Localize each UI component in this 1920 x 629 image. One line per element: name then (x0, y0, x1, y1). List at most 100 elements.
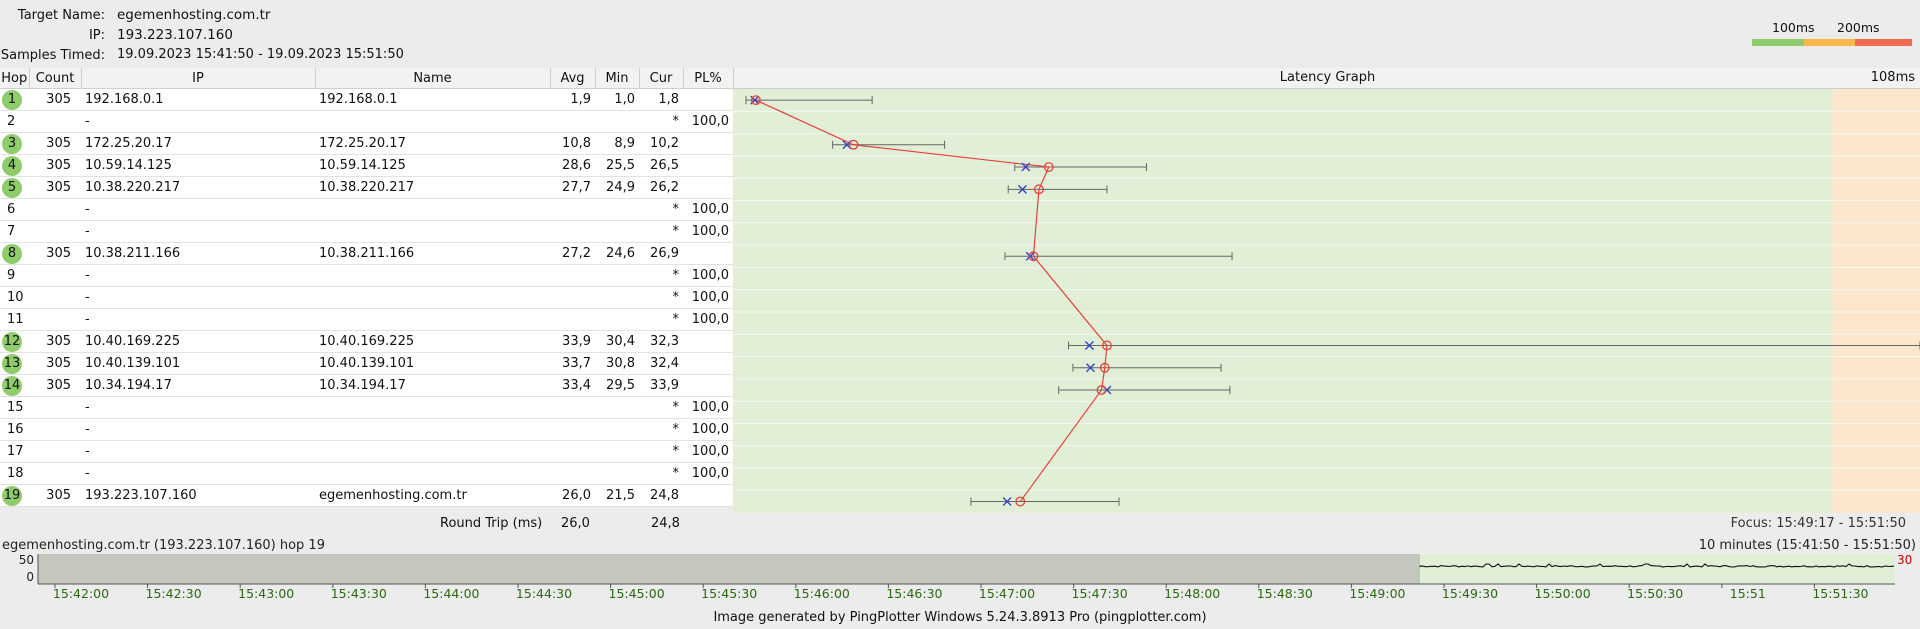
min-cell (595, 264, 639, 287)
cur-cell: 26,5 (639, 154, 683, 177)
min-cell (595, 308, 639, 331)
legend-100ms: 100ms (1772, 20, 1815, 35)
hop-cell: 13 (0, 352, 29, 375)
round-trip-cur: 24,8 (651, 516, 680, 531)
col-count[interactable]: Count (29, 68, 82, 89)
pl-cell: 100,0 (683, 198, 733, 221)
table-row[interactable]: 11 - * 100,0 (0, 308, 733, 331)
col-avg[interactable]: Avg (550, 68, 596, 89)
count-cell (29, 286, 81, 309)
table-row[interactable]: 9 - * 100,0 (0, 264, 733, 287)
avg-cell (550, 440, 595, 463)
avg-cell: 28,6 (550, 154, 595, 177)
hop-number: 2 (7, 114, 16, 129)
timeline-tick-label: 15:50:30 (1627, 586, 1683, 601)
hop-cell: 19 (0, 484, 29, 507)
timeline-chart[interactable]: 50 0 30 15:42:00 15:42:30 15:43:00 15:43:30 15:… (0, 553, 1920, 607)
latency-legend: 100ms 200ms (1752, 20, 1912, 46)
min-cell (595, 462, 639, 485)
pl-cell (683, 176, 733, 199)
table-row[interactable]: 10 - * 100,0 (0, 286, 733, 309)
cur-cell: * (639, 440, 683, 463)
pl-cell: 100,0 (683, 110, 733, 133)
hop-ok-badge: 4 (2, 155, 22, 176)
table-row[interactable]: 19 305 193.223.107.160 egemenhosting.com.tr… (0, 484, 733, 507)
pl-cell (683, 88, 733, 111)
name-cell: 192.168.0.1 (315, 88, 550, 111)
timeline-tick-label: 15:47:30 (1072, 586, 1128, 601)
pl-cell: 100,0 (683, 308, 733, 331)
ip-cell: 10.38.211.166 (81, 242, 315, 265)
cur-cell: 10,2 (639, 132, 683, 155)
avg-cell: 26,0 (550, 484, 595, 507)
col-cur[interactable]: Cur (639, 68, 684, 89)
table-row[interactable]: 12 305 10.40.169.225 10.40.169.225 33,9 30,4 3… (0, 330, 733, 353)
pl-cell (683, 154, 733, 177)
focus-range: Focus: 15:49:17 - 15:51:50 (1730, 516, 1906, 531)
timeline-title: egemenhosting.com.tr (193.223.107.160) h… (2, 538, 325, 553)
col-pl[interactable]: PL% (683, 68, 734, 89)
pl-cell (683, 374, 733, 397)
col-hop[interactable]: Hop (0, 68, 30, 89)
latency-graph[interactable] (733, 89, 1920, 513)
legend-200ms: 200ms (1837, 20, 1880, 35)
latency-graph-header: Latency Graph 108ms (733, 68, 1920, 89)
pl-cell: 100,0 (683, 440, 733, 463)
target-name-value[interactable]: egemenhosting.com.tr (117, 7, 270, 23)
timeline-tick-label: 15:49:30 (1442, 586, 1498, 601)
count-cell (29, 440, 81, 463)
name-cell: 10.38.211.166 (315, 242, 550, 265)
cur-cell: 1,8 (639, 88, 683, 111)
table-row[interactable]: 8 305 10.38.211.166 10.38.211.166 27,2 24,6 26… (0, 242, 733, 265)
table-row[interactable]: 4 305 10.59.14.125 10.59.14.125 28,6 25,5 26,5 (0, 154, 733, 177)
name-cell: 10.34.194.17 (315, 374, 550, 397)
name-cell (315, 264, 550, 287)
hop-number: 15 (7, 400, 24, 415)
hop-ok-badge: 19 (2, 485, 22, 506)
avg-cell (550, 198, 595, 221)
hop-cell: 3 (0, 132, 29, 155)
table-row[interactable]: 13 305 10.40.139.101 10.40.139.101 33,7 30,8 3… (0, 352, 733, 375)
ip-cell: 10.40.169.225 (81, 330, 315, 353)
table-row[interactable]: 1 305 192.168.0.1 192.168.0.1 1,9 1,0 1,8 (0, 88, 733, 111)
table-row[interactable]: 16 - * 100,0 (0, 418, 733, 441)
hop-ok-badge: 13 (2, 353, 22, 374)
timeline-tick-label: 15:46:30 (886, 586, 942, 601)
count-cell: 305 (29, 330, 81, 353)
timeline-y-bottom: 0 (26, 570, 34, 584)
table-row[interactable]: 14 305 10.34.194.17 10.34.194.17 33,4 29,5 33,… (0, 374, 733, 397)
timeline-tick-label: 15:45:30 (701, 586, 757, 601)
table-row[interactable]: 2 - * 100,0 (0, 110, 733, 133)
col-name[interactable]: Name (315, 68, 551, 89)
table-row[interactable]: 15 - * 100,0 (0, 396, 733, 419)
ip-cell: - (81, 396, 315, 419)
ip-cell: - (81, 286, 315, 309)
timeline-range[interactable]: 10 minutes (15:41:50 - 15:51:50) (1699, 538, 1916, 553)
timeline-tick-label: 15:51:30 (1812, 586, 1868, 601)
name-cell: 10.40.139.101 (315, 352, 550, 375)
cur-cell: * (639, 110, 683, 133)
avg-cell (550, 110, 595, 133)
table-row[interactable]: 18 - * 100,0 (0, 462, 733, 485)
legend-red (1855, 39, 1912, 46)
table-row[interactable]: 5 305 10.38.220.217 10.38.220.217 27,7 24,9 26… (0, 176, 733, 199)
table-row[interactable]: 7 - * 100,0 (0, 220, 733, 243)
table-row[interactable]: 17 - * 100,0 (0, 440, 733, 463)
avg-cell (550, 462, 595, 485)
ip-label: IP: (88, 28, 105, 43)
pl-cell: 100,0 (683, 462, 733, 485)
name-cell: 10.38.220.217 (315, 176, 550, 199)
pl-cell (683, 484, 733, 507)
pl-cell: 100,0 (683, 418, 733, 441)
timeline-tick-label: 15:44:30 (516, 586, 572, 601)
table-row[interactable]: 6 - * 100,0 (0, 198, 733, 221)
col-ip[interactable]: IP (81, 68, 316, 89)
hop-ok-badge: 5 (2, 177, 22, 198)
avg-cell (550, 396, 595, 419)
cur-cell: * (639, 286, 683, 309)
pl-cell (683, 330, 733, 353)
min-cell: 21,5 (595, 484, 639, 507)
count-cell: 305 (29, 242, 81, 265)
table-row[interactable]: 3 305 172.25.20.17 172.25.20.17 10,8 8,9 10,2 (0, 132, 733, 155)
col-min[interactable]: Min (595, 68, 640, 89)
